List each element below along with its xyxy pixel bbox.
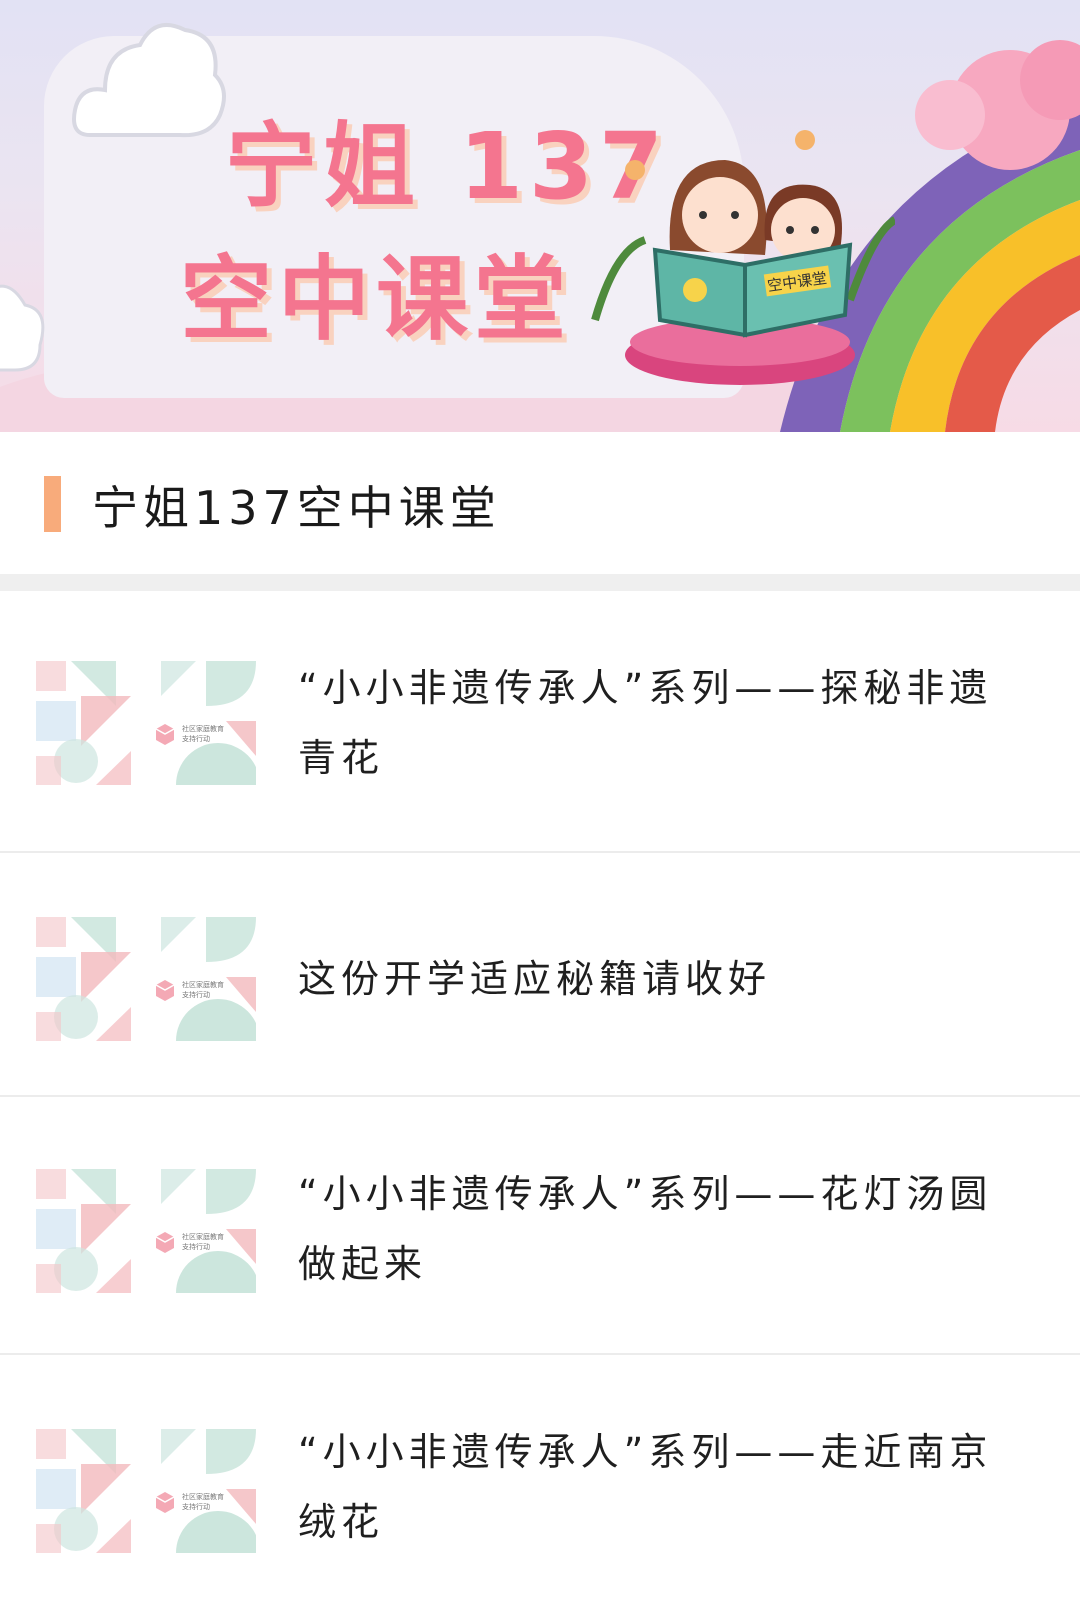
article-thumbnail: 社区家庭教育 支持行动 xyxy=(35,660,261,786)
svg-text:支持行动: 支持行动 xyxy=(182,734,210,743)
article-title: “小小非遗传承人”系列——花灯汤圆做起来 xyxy=(298,1172,993,1286)
svg-text:社区家庭教育: 社区家庭教育 xyxy=(182,980,224,989)
section-accent-bar xyxy=(44,476,61,532)
cloud-icon xyxy=(72,23,226,138)
section-header: 宁姐137空中课堂 xyxy=(0,432,1080,574)
banner: 宁姐 137 空中课堂 空中课堂 xyxy=(0,0,1080,432)
article-thumbnail: 社区家庭教育 支持行动 xyxy=(35,1168,261,1294)
cloud-icon xyxy=(0,284,45,372)
list-item[interactable]: 社区家庭教育 支持行动 “小小非遗传承人”系列——走近南京绒花 xyxy=(0,1355,1080,1615)
list-item[interactable]: 社区家庭教育 支持行动 “小小非遗传承人”系列——探秘非遗青花 xyxy=(0,591,1080,853)
banner-title-line2: 空中课堂 xyxy=(180,246,573,353)
svg-text:支持行动: 支持行动 xyxy=(182,990,210,999)
article-thumbnail: 社区家庭教育 支持行动 xyxy=(35,1428,261,1554)
reading-kids-illustration: 空中课堂 xyxy=(591,130,895,385)
svg-text:支持行动: 支持行动 xyxy=(182,1242,210,1251)
article-title: “小小非遗传承人”系列——走近南京绒花 xyxy=(298,1430,993,1544)
svg-text:社区家庭教育: 社区家庭教育 xyxy=(182,1232,224,1241)
article-title: “小小非遗传承人”系列——探秘非遗青花 xyxy=(298,666,993,780)
svg-text:支持行动: 支持行动 xyxy=(182,1502,210,1511)
list-item[interactable]: 社区家庭教育 支持行动 “小小非遗传承人”系列——花灯汤圆做起来 xyxy=(0,1097,1080,1355)
article-thumbnail: 社区家庭教育 支持行动 xyxy=(35,916,261,1042)
svg-text:社区家庭教育: 社区家庭教育 xyxy=(182,724,224,733)
article-list: 社区家庭教育 支持行动 “小小非遗传承人”系列——探秘非遗青花 社区家庭教育 支… xyxy=(0,591,1080,1615)
article-title: 这份开学适应秘籍请收好 xyxy=(298,957,772,1001)
section-divider xyxy=(0,574,1080,591)
svg-text:社区家庭教育: 社区家庭教育 xyxy=(182,1492,224,1501)
section-title: 宁姐137空中课堂 xyxy=(92,481,501,535)
list-item[interactable]: 社区家庭教育 支持行动 这份开学适应秘籍请收好 xyxy=(0,853,1080,1097)
